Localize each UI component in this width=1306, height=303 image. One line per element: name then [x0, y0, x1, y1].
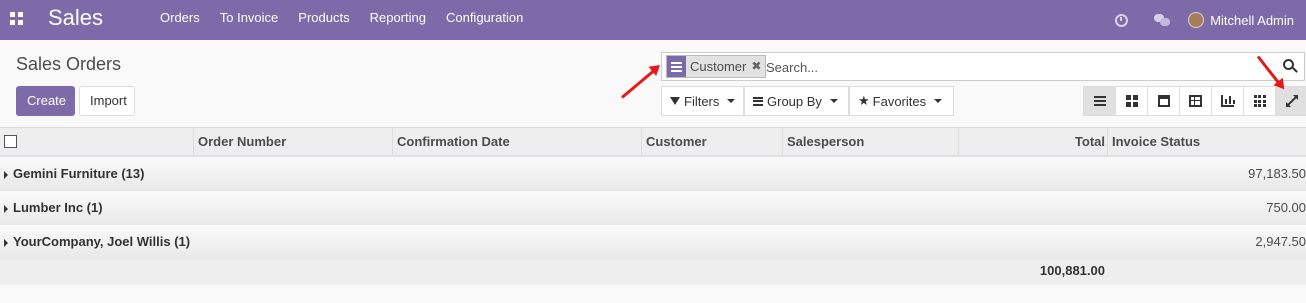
menu-item-orders[interactable]: Orders — [150, 0, 210, 40]
expand-icon — [1286, 95, 1298, 107]
search-bar: Customer ✖ — [661, 52, 1305, 81]
search-input[interactable] — [766, 56, 1246, 78]
column-invoice-status[interactable]: Invoice Status — [1107, 128, 1306, 156]
caret-down-icon — [934, 99, 943, 103]
group-name: YourCompany, Joel Willis (1) — [13, 234, 191, 249]
create-button[interactable]: Create — [16, 86, 75, 116]
systray: Mitchell Admin — [1115, 0, 1306, 40]
group-by-label: Group By — [767, 93, 822, 109]
group-total: 2,947.50 — [1255, 234, 1306, 249]
app-title[interactable]: Sales — [48, 5, 103, 31]
groupby-facet-icon — [667, 56, 686, 77]
menu-item-reporting[interactable]: Reporting — [360, 0, 436, 40]
caret-right-icon — [4, 205, 8, 213]
group-total: 97,183.50 — [1248, 166, 1306, 181]
apps-menu-icon[interactable] — [10, 12, 23, 25]
graph-view-icon — [1221, 95, 1235, 107]
column-total[interactable]: Total — [958, 128, 1108, 156]
sales-orders-table: Order Number Confirmation Date Customer … — [0, 127, 1306, 285]
facet-value: Customer — [690, 59, 747, 74]
activity-clock-icon[interactable] — [1115, 13, 1129, 27]
import-button[interactable]: Import — [79, 86, 135, 116]
close-icon[interactable]: ✖ — [750, 56, 762, 77]
view-switcher — [1083, 86, 1306, 116]
calendar-view-icon — [1157, 95, 1170, 107]
search-icon[interactable] — [1283, 59, 1298, 74]
filter-icon — [670, 97, 680, 105]
group-total: 750.00 — [1266, 200, 1306, 215]
menu-item-configuration[interactable]: Configuration — [436, 0, 533, 40]
table-footer: 100,881.00 — [0, 259, 1306, 285]
group-row[interactable]: Gemini Furniture (13) 97,183.50 — [0, 157, 1306, 191]
caret-down-icon — [829, 99, 838, 103]
caret-right-icon — [4, 171, 8, 179]
pivot-view-icon — [1189, 95, 1202, 107]
menu-item-products[interactable]: Products — [288, 0, 359, 40]
caret-right-icon — [4, 239, 8, 247]
pivot-view-button[interactable] — [1180, 87, 1212, 115]
kanban-view-button[interactable] — [1116, 87, 1148, 115]
favorites-dropdown[interactable]: ★ Favorites — [849, 86, 954, 116]
calendar-view-button[interactable] — [1148, 87, 1180, 115]
favorites-label: Favorites — [872, 93, 927, 109]
user-avatar[interactable] — [1188, 12, 1205, 28]
menu-item-to-invoice[interactable]: To Invoice — [210, 0, 289, 40]
group-row[interactable]: YourCompany, Joel Willis (1) 2,947.50 — [0, 225, 1306, 259]
list-view-button[interactable] — [1084, 87, 1116, 115]
table-header: Order Number Confirmation Date Customer … — [0, 127, 1306, 157]
grand-total: 100,881.00 — [1039, 263, 1105, 278]
column-salesperson[interactable]: Salesperson — [782, 128, 959, 156]
groupby-icon — [753, 96, 763, 106]
group-name: Lumber Inc (1) — [13, 200, 103, 215]
page-title: Sales Orders — [16, 54, 122, 74]
group-name: Gemini Furniture (13) — [13, 166, 145, 181]
star-icon: ★ — [858, 93, 870, 108]
kanban-view-icon — [1125, 95, 1138, 107]
top-navbar: Sales Orders To Invoice Products Reporti… — [0, 0, 1306, 40]
dashboard-view-icon — [1253, 95, 1266, 107]
annotation-arrow-facet — [621, 66, 659, 99]
search-facet-customer[interactable]: Customer ✖ — [666, 55, 767, 78]
graph-view-button[interactable] — [1212, 87, 1244, 115]
group-row[interactable]: Lumber Inc (1) 750.00 — [0, 191, 1306, 225]
column-order-number[interactable]: Order Number — [193, 128, 393, 156]
dashboard-view-button[interactable] — [1244, 87, 1276, 115]
select-all-checkbox[interactable] — [4, 135, 17, 148]
chat-icon[interactable] — [1154, 14, 1171, 26]
group-by-dropdown[interactable]: Group By — [744, 86, 849, 116]
caret-down-icon — [727, 99, 736, 103]
filters-label: Filters — [684, 93, 720, 109]
filters-dropdown[interactable]: Filters — [661, 86, 744, 116]
main-menu: Orders To Invoice Products Reporting Con… — [150, 0, 533, 40]
column-customer[interactable]: Customer — [641, 128, 783, 156]
list-view-icon — [1093, 96, 1106, 106]
column-confirmation-date[interactable]: Confirmation Date — [392, 128, 642, 156]
user-name[interactable]: Mitchell Admin — [1210, 13, 1294, 28]
